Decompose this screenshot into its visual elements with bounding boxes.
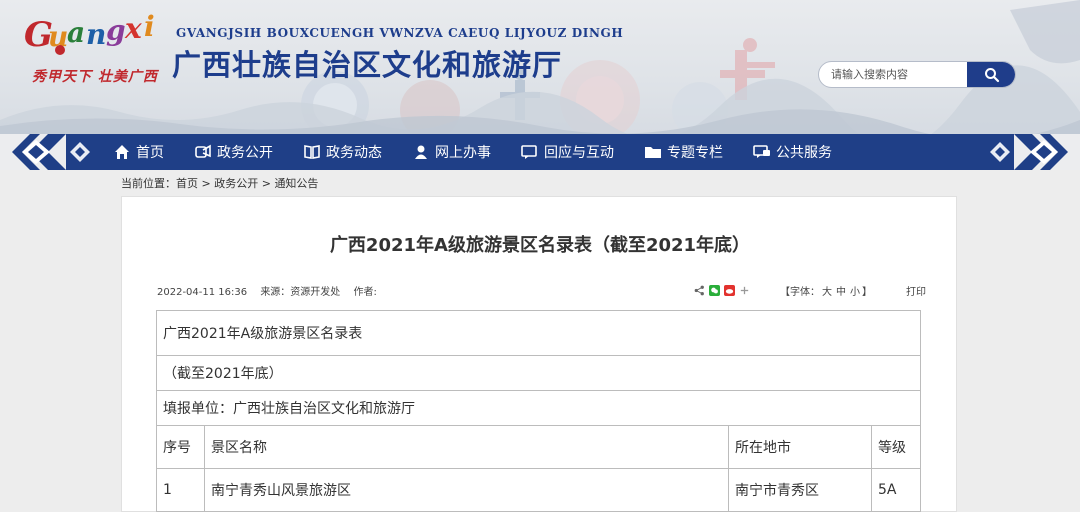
nav-item-label: 公共服务 [776, 145, 832, 161]
search-input[interactable] [819, 62, 969, 87]
weibo-icon[interactable] [724, 285, 735, 296]
site-header: G u a n g x i 秀甲天下 壮美广西 GVANGJSIH BOUXCU… [0, 0, 1080, 134]
publish-date: 2022-04-11 16:36 [157, 287, 248, 298]
nav-item-home[interactable]: 首页 [97, 134, 178, 170]
article-source: 来源：资源开发处 [260, 287, 341, 298]
table-header-row: 序号 景区名称 所在地市 等级 [156, 425, 921, 469]
font-size-label: 【字体： [780, 287, 820, 298]
nav-item-online-service[interactable]: 网上办事 [396, 134, 505, 170]
breadcrumb-prefix: 当前位置： [121, 177, 176, 190]
breadcrumb: 当前位置：首页 > 政务公开 > 通知公告 [121, 175, 318, 191]
cell-city: 南宁市青秀区 [728, 468, 872, 512]
user-icon [412, 143, 430, 161]
nav-item-gov-news[interactable]: 政务动态 [287, 134, 396, 170]
news-book-icon [303, 143, 321, 161]
site-logo[interactable]: G u a n g x i 秀甲天下 壮美广西 [18, 8, 168, 88]
nav-item-label: 专题专栏 [667, 145, 723, 161]
chat-icon [521, 143, 539, 161]
wechat-icon[interactable] [709, 285, 720, 296]
header-cell-city: 所在地市 [728, 425, 872, 469]
table-date-cell: （截至2021年底） [156, 355, 921, 391]
nav-item-label: 政务公开 [217, 145, 273, 161]
svg-text:x: x [124, 12, 142, 45]
nav-item-label: 政务动态 [326, 145, 382, 161]
breadcrumb-open-gov[interactable]: 政务公开 [214, 177, 258, 190]
font-size-close: 】 [862, 287, 872, 298]
article-title: 广西2021年A级旅游景区名录表（截至2021年底） [329, 235, 751, 256]
breadcrumb-notices[interactable]: 通知公告 [274, 177, 318, 190]
org-name-english: GVANGJSIH BOUXCUENGH VWNZVA CAEUQ LIJYOU… [176, 26, 624, 40]
svg-text:n: n [86, 18, 105, 51]
header-cell-name: 景区名称 [204, 425, 729, 469]
article-tools: 【字体：大中小】 打印 [694, 283, 926, 298]
nav-right-ornament [983, 134, 1080, 170]
breadcrumb-home[interactable]: 首页 [176, 177, 198, 190]
table-title-cell: 广西2021年A级旅游景区名录表 [156, 310, 921, 356]
share-icon[interactable] [694, 285, 705, 296]
header-cell-index: 序号 [156, 425, 205, 469]
nav-bar: 首页 政务公开 政务动态 网上办事 回应与互动 专题专栏 公共服务 [97, 134, 983, 170]
search-button[interactable] [967, 62, 1015, 87]
nav-item-label: 回应与互动 [544, 145, 614, 161]
search-box [818, 61, 1016, 88]
more-share-icon[interactable] [739, 285, 750, 296]
main-nav: 首页 政务公开 政务动态 网上办事 回应与互动 专题专栏 公共服务 [0, 134, 1080, 170]
cell-level: 5A [871, 468, 921, 512]
print-button[interactable]: 打印 [906, 283, 926, 298]
font-size-small[interactable]: 小 [850, 287, 860, 298]
article-meta: 2022-04-11 16:36 来源：资源开发处 作者: [157, 283, 387, 298]
header-cell-level: 等级 [871, 425, 921, 469]
svg-text:g: g [106, 14, 125, 47]
table-row: 1 南宁青秀山风景旅游区 南宁市青秀区 5A [156, 468, 921, 512]
home-icon [113, 143, 131, 161]
org-name-chinese[interactable]: 广西壮族自治区文化和旅游厅 [172, 42, 562, 84]
nav-item-public-service[interactable]: 公共服务 [737, 134, 846, 170]
folder-icon [644, 143, 662, 161]
font-size-switch: 【字体：大中小】 [780, 283, 872, 298]
article-author: 作者: [353, 287, 377, 298]
nav-item-label: 网上办事 [435, 145, 491, 161]
table-unit-cell: 填报单位：广西壮族自治区文化和旅游厅 [156, 390, 921, 426]
nav-left-ornament [0, 134, 97, 170]
search-icon [985, 68, 1000, 83]
cell-index: 1 [156, 468, 205, 512]
font-size-large[interactable]: 大 [822, 287, 832, 298]
nav-item-label: 首页 [136, 145, 164, 161]
breadcrumb-separator: > [198, 177, 215, 190]
article-panel: 广西2021年A级旅游景区名录表（截至2021年底） 2022-04-11 16… [121, 196, 957, 512]
share-bar [694, 285, 750, 296]
service-chat-icon [753, 143, 771, 161]
svg-text:i: i [144, 10, 154, 43]
breadcrumb-separator: > [258, 177, 275, 190]
nav-item-interaction[interactable]: 回应与互动 [505, 134, 628, 170]
open-gov-icon [194, 143, 212, 161]
font-size-medium[interactable]: 中 [836, 287, 846, 298]
nav-item-open-gov[interactable]: 政务公开 [178, 134, 287, 170]
cell-name: 南宁青秀山风景旅游区 [204, 468, 729, 512]
scenic-area-table: 广西2021年A级旅游景区名录表 （截至2021年底） 填报单位：广西壮族自治区… [156, 310, 921, 512]
svg-text:a: a [67, 16, 84, 49]
guangxi-logo-icon: G u a n g x i [24, 10, 155, 55]
logo-wordmark: G u a n g x i [24, 10, 174, 69]
nav-item-topics[interactable]: 专题专栏 [628, 134, 737, 170]
logo-slogan: 秀甲天下 壮美广西 [32, 69, 158, 85]
